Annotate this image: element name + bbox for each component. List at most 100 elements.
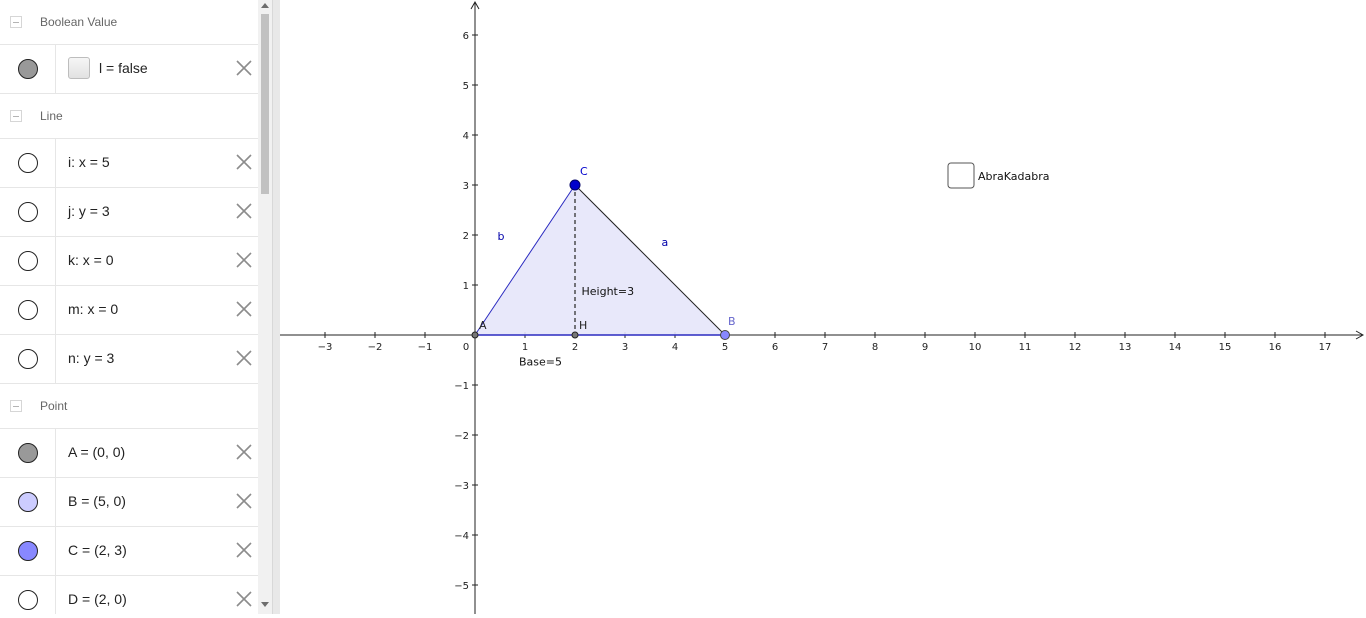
algebra-scrollbar[interactable] bbox=[258, 0, 272, 614]
visibility-cell[interactable] bbox=[0, 576, 56, 614]
group-header-2[interactable]: Point bbox=[0, 384, 258, 429]
algebra-expression[interactable]: k: x = 0 bbox=[68, 252, 114, 268]
visibility-cell[interactable] bbox=[0, 286, 56, 334]
visibility-toggle-icon[interactable] bbox=[18, 541, 38, 561]
boolean-checkbox[interactable] bbox=[68, 57, 90, 79]
visibility-cell[interactable] bbox=[0, 45, 56, 93]
scroll-thumb[interactable] bbox=[261, 14, 269, 194]
visibility-toggle-icon[interactable] bbox=[18, 492, 38, 512]
point-label-A: A bbox=[479, 319, 487, 332]
collapse-icon[interactable] bbox=[10, 110, 22, 122]
abrakadabra-checkbox[interactable] bbox=[947, 162, 975, 189]
delete-icon[interactable] bbox=[235, 251, 253, 269]
point-label-B: B bbox=[728, 315, 736, 328]
visibility-cell[interactable] bbox=[0, 429, 56, 477]
algebra-row[interactable]: l = false bbox=[0, 45, 258, 94]
base-label: Base=5 bbox=[519, 356, 562, 369]
scroll-down-arrow-icon[interactable] bbox=[261, 602, 269, 607]
algebra-row[interactable]: D = (2, 0) bbox=[0, 576, 258, 614]
collapse-icon[interactable] bbox=[10, 16, 22, 28]
group-title: Line bbox=[40, 109, 63, 123]
x-tick-label: −2 bbox=[368, 342, 383, 353]
x-tick-label: 2 bbox=[572, 342, 578, 353]
algebra-expression[interactable]: A = (0, 0) bbox=[68, 444, 125, 460]
visibility-toggle-icon[interactable] bbox=[18, 300, 38, 320]
visibility-toggle-icon[interactable] bbox=[18, 251, 38, 271]
x-tick-label: 0 bbox=[463, 342, 469, 353]
visibility-cell[interactable] bbox=[0, 335, 56, 383]
x-tick-label: 12 bbox=[1069, 342, 1082, 353]
y-tick-label: 2 bbox=[463, 231, 469, 242]
delete-icon[interactable] bbox=[235, 300, 253, 318]
algebra-expression[interactable]: D = (2, 0) bbox=[68, 591, 127, 607]
algebra-expression[interactable]: C = (2, 3) bbox=[68, 542, 127, 558]
checkbox-label: AbraKadabra bbox=[978, 170, 1050, 183]
delete-icon[interactable] bbox=[235, 443, 253, 461]
view-divider[interactable] bbox=[272, 0, 280, 614]
point-A[interactable] bbox=[471, 331, 479, 339]
visibility-toggle-icon[interactable] bbox=[18, 443, 38, 463]
x-tick-label: 1 bbox=[522, 342, 528, 353]
group-header-1[interactable]: Line bbox=[0, 94, 258, 139]
point-H[interactable] bbox=[571, 331, 579, 339]
algebra-view: Boolean Value l = false Line i: x = 5 j: y =… bbox=[0, 0, 258, 614]
algebra-expression[interactable]: l = false bbox=[99, 60, 148, 76]
algebra-row[interactable]: i: x = 5 bbox=[0, 139, 258, 188]
delete-icon[interactable] bbox=[235, 492, 253, 510]
group-header-0[interactable]: Boolean Value bbox=[0, 0, 258, 45]
visibility-cell[interactable] bbox=[0, 478, 56, 526]
algebra-expression[interactable]: m: x = 0 bbox=[68, 301, 118, 317]
x-tick-label: 8 bbox=[872, 342, 878, 353]
x-tick-label: 7 bbox=[822, 342, 828, 353]
x-tick-label: 6 bbox=[772, 342, 778, 353]
visibility-cell[interactable] bbox=[0, 139, 56, 187]
point-C[interactable] bbox=[569, 179, 581, 191]
delete-icon[interactable] bbox=[235, 153, 253, 171]
x-tick-label: −1 bbox=[418, 342, 433, 353]
algebra-row[interactable]: C = (2, 3) bbox=[0, 527, 258, 576]
delete-icon[interactable] bbox=[235, 59, 253, 77]
x-tick-label: 14 bbox=[1169, 342, 1182, 353]
y-tick-label: 3 bbox=[463, 181, 469, 192]
y-tick-label: −2 bbox=[454, 431, 469, 442]
algebra-expression[interactable]: j: y = 3 bbox=[68, 203, 110, 219]
x-tick-label: 13 bbox=[1119, 342, 1132, 353]
x-tick-label: 11 bbox=[1019, 342, 1032, 353]
algebra-expression[interactable]: B = (5, 0) bbox=[68, 493, 126, 509]
graphics-canvas[interactable]: −3 −2 −1 0 1 2 3 4 5 6 7 8 9 10 11 12 13 14 15 16 17123456−1… bbox=[280, 0, 1366, 614]
x-tick-label: 3 bbox=[622, 342, 628, 353]
scroll-up-arrow-icon[interactable] bbox=[261, 3, 269, 8]
y-tick-label: −1 bbox=[454, 381, 469, 392]
y-tick-label: 4 bbox=[463, 131, 469, 142]
visibility-toggle-icon[interactable] bbox=[18, 349, 38, 369]
delete-icon[interactable] bbox=[235, 541, 253, 559]
algebra-row[interactable]: A = (0, 0) bbox=[0, 429, 258, 478]
visibility-toggle-icon[interactable] bbox=[18, 59, 38, 79]
x-tick-label: −3 bbox=[318, 342, 333, 353]
x-tick-label: 16 bbox=[1269, 342, 1282, 353]
algebra-row[interactable]: n: y = 3 bbox=[0, 335, 258, 384]
point-label-H: H bbox=[579, 319, 587, 332]
point-label-C: C bbox=[580, 165, 588, 178]
algebra-expression[interactable]: n: y = 3 bbox=[68, 350, 114, 366]
algebra-expression[interactable]: i: x = 5 bbox=[68, 154, 110, 170]
visibility-cell[interactable] bbox=[0, 188, 56, 236]
graphics-view[interactable]: −3 −2 −1 0 1 2 3 4 5 6 7 8 9 10 11 12 13 14 15 16 17 1 2 3 4 5 6 −1… bbox=[280, 0, 1366, 614]
algebra-row[interactable]: B = (5, 0) bbox=[0, 478, 258, 527]
y-tick-label: −4 bbox=[454, 531, 469, 542]
visibility-toggle-icon[interactable] bbox=[18, 153, 38, 173]
point-B[interactable] bbox=[720, 330, 730, 340]
delete-icon[interactable] bbox=[235, 349, 253, 367]
algebra-row[interactable]: j: y = 3 bbox=[0, 188, 258, 237]
visibility-cell[interactable] bbox=[0, 527, 56, 575]
visibility-cell[interactable] bbox=[0, 237, 56, 285]
delete-icon[interactable] bbox=[235, 202, 253, 220]
collapse-icon[interactable] bbox=[10, 400, 22, 412]
visibility-toggle-icon[interactable] bbox=[18, 202, 38, 222]
algebra-row[interactable]: k: x = 0 bbox=[0, 237, 258, 286]
y-tick-label: −5 bbox=[454, 581, 469, 592]
delete-icon[interactable] bbox=[235, 590, 253, 608]
algebra-row[interactable]: m: x = 0 bbox=[0, 286, 258, 335]
visibility-toggle-icon[interactable] bbox=[18, 590, 38, 610]
triangle-fill[interactable] bbox=[475, 185, 725, 335]
